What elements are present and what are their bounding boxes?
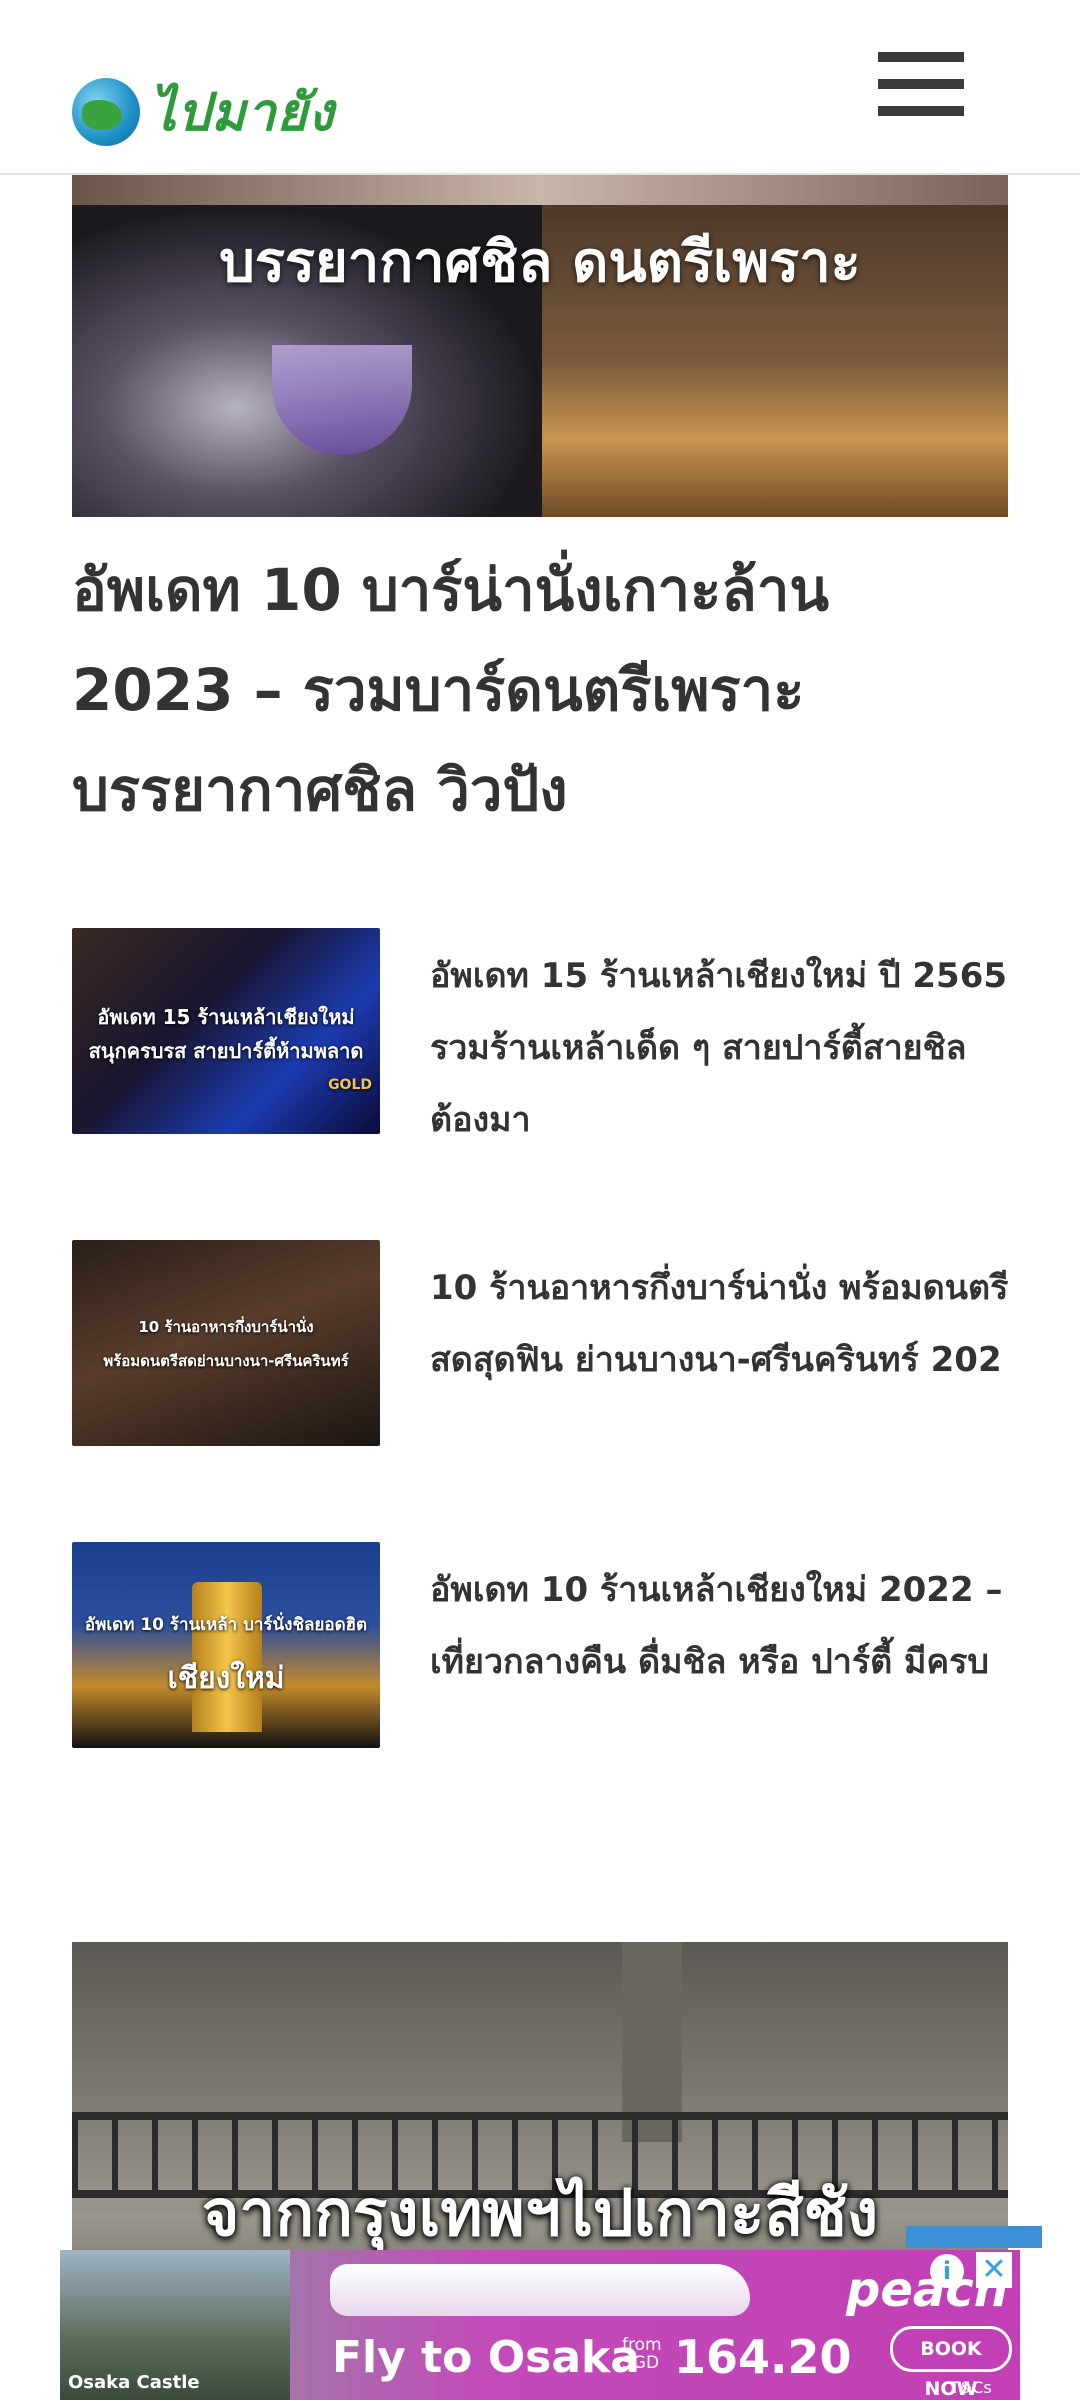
article-thumbnail[interactable]: อัพเดท 10 ร้านเหล้า บาร์นั่งชิลยอดฮิต เช… [72, 1542, 380, 1748]
article-title[interactable]: อัพเดท 15 ร้านเหล้าเชียงใหม่ ปี 2565 รวม… [430, 940, 1080, 1156]
hero-article-image[interactable]: บรรยากาศชิล ดนตรีเพราะ [72, 173, 1008, 517]
globe-logo-icon [72, 77, 140, 146]
banner-ad[interactable]: Osaka Castle Fly to Osaka from SGD 164.2… [60, 2250, 1020, 2400]
ad-from-label: from SGD [622, 2335, 662, 2373]
list-item[interactable]: อัพเดท 15 ร้านเหล้าเชียงใหม่ สนุกครบรส ส… [72, 928, 1080, 1140]
logo-text: ไปมายัง [150, 83, 335, 143]
ad-terms: T&Cs apply. [950, 2378, 997, 2400]
ad-price: 164.20 [674, 2330, 852, 2384]
article-title[interactable]: 10 ร้านอาหารกึ่งบาร์น่านั่ง พร้อมดนตรี ส… [430, 1252, 1080, 1396]
close-icon[interactable]: ✕ [976, 2252, 1012, 2288]
ad-info-icon[interactable]: i [930, 2254, 964, 2288]
cocktail-glass [272, 345, 412, 455]
hero-image-text: บรรยากาศชิล ดนตรีเพราะ [219, 230, 861, 295]
airplane-image [330, 2264, 750, 2316]
site-header: ไปมายัง [0, 0, 1080, 175]
tower-building [192, 1582, 262, 1732]
site-logo[interactable]: ไปมายัง [72, 70, 335, 153]
ad-headline: Fly to Osaka [332, 2332, 640, 2383]
book-now-button[interactable]: BOOK NOW [890, 2326, 1012, 2400]
ad-handle-bar[interactable] [906, 2226, 1042, 2248]
featured-image-text: จากกรุงเทพฯไปเกาะสีชัง [201, 2177, 879, 2251]
hero-article-title[interactable]: อัพเดท 10 บาร์น่านั่งเกาะล้าน 2023 – รวม… [72, 540, 972, 840]
list-item[interactable]: อัพเดท 10 ร้านเหล้า บาร์นั่งชิลยอดฮิต เช… [72, 1542, 1080, 1748]
hamburger-menu-icon[interactable] [878, 52, 964, 118]
list-item[interactable]: 10 ร้านอาหารกึ่งบาร์น่านั่ง พร้อมดนตรีสด… [72, 1240, 1080, 1446]
article-thumbnail[interactable]: 10 ร้านอาหารกึ่งบาร์น่านั่ง พร้อมดนตรีสด… [72, 1240, 380, 1446]
article-title[interactable]: อัพเดท 10 ร้านเหล้าเชียงใหม่ 2022 – เที่… [430, 1554, 1080, 1698]
ad-caption: Osaka Castle [68, 2372, 200, 2393]
article-thumbnail[interactable]: อัพเดท 15 ร้านเหล้าเชียงใหม่ สนุกครบรส ส… [72, 928, 380, 1134]
